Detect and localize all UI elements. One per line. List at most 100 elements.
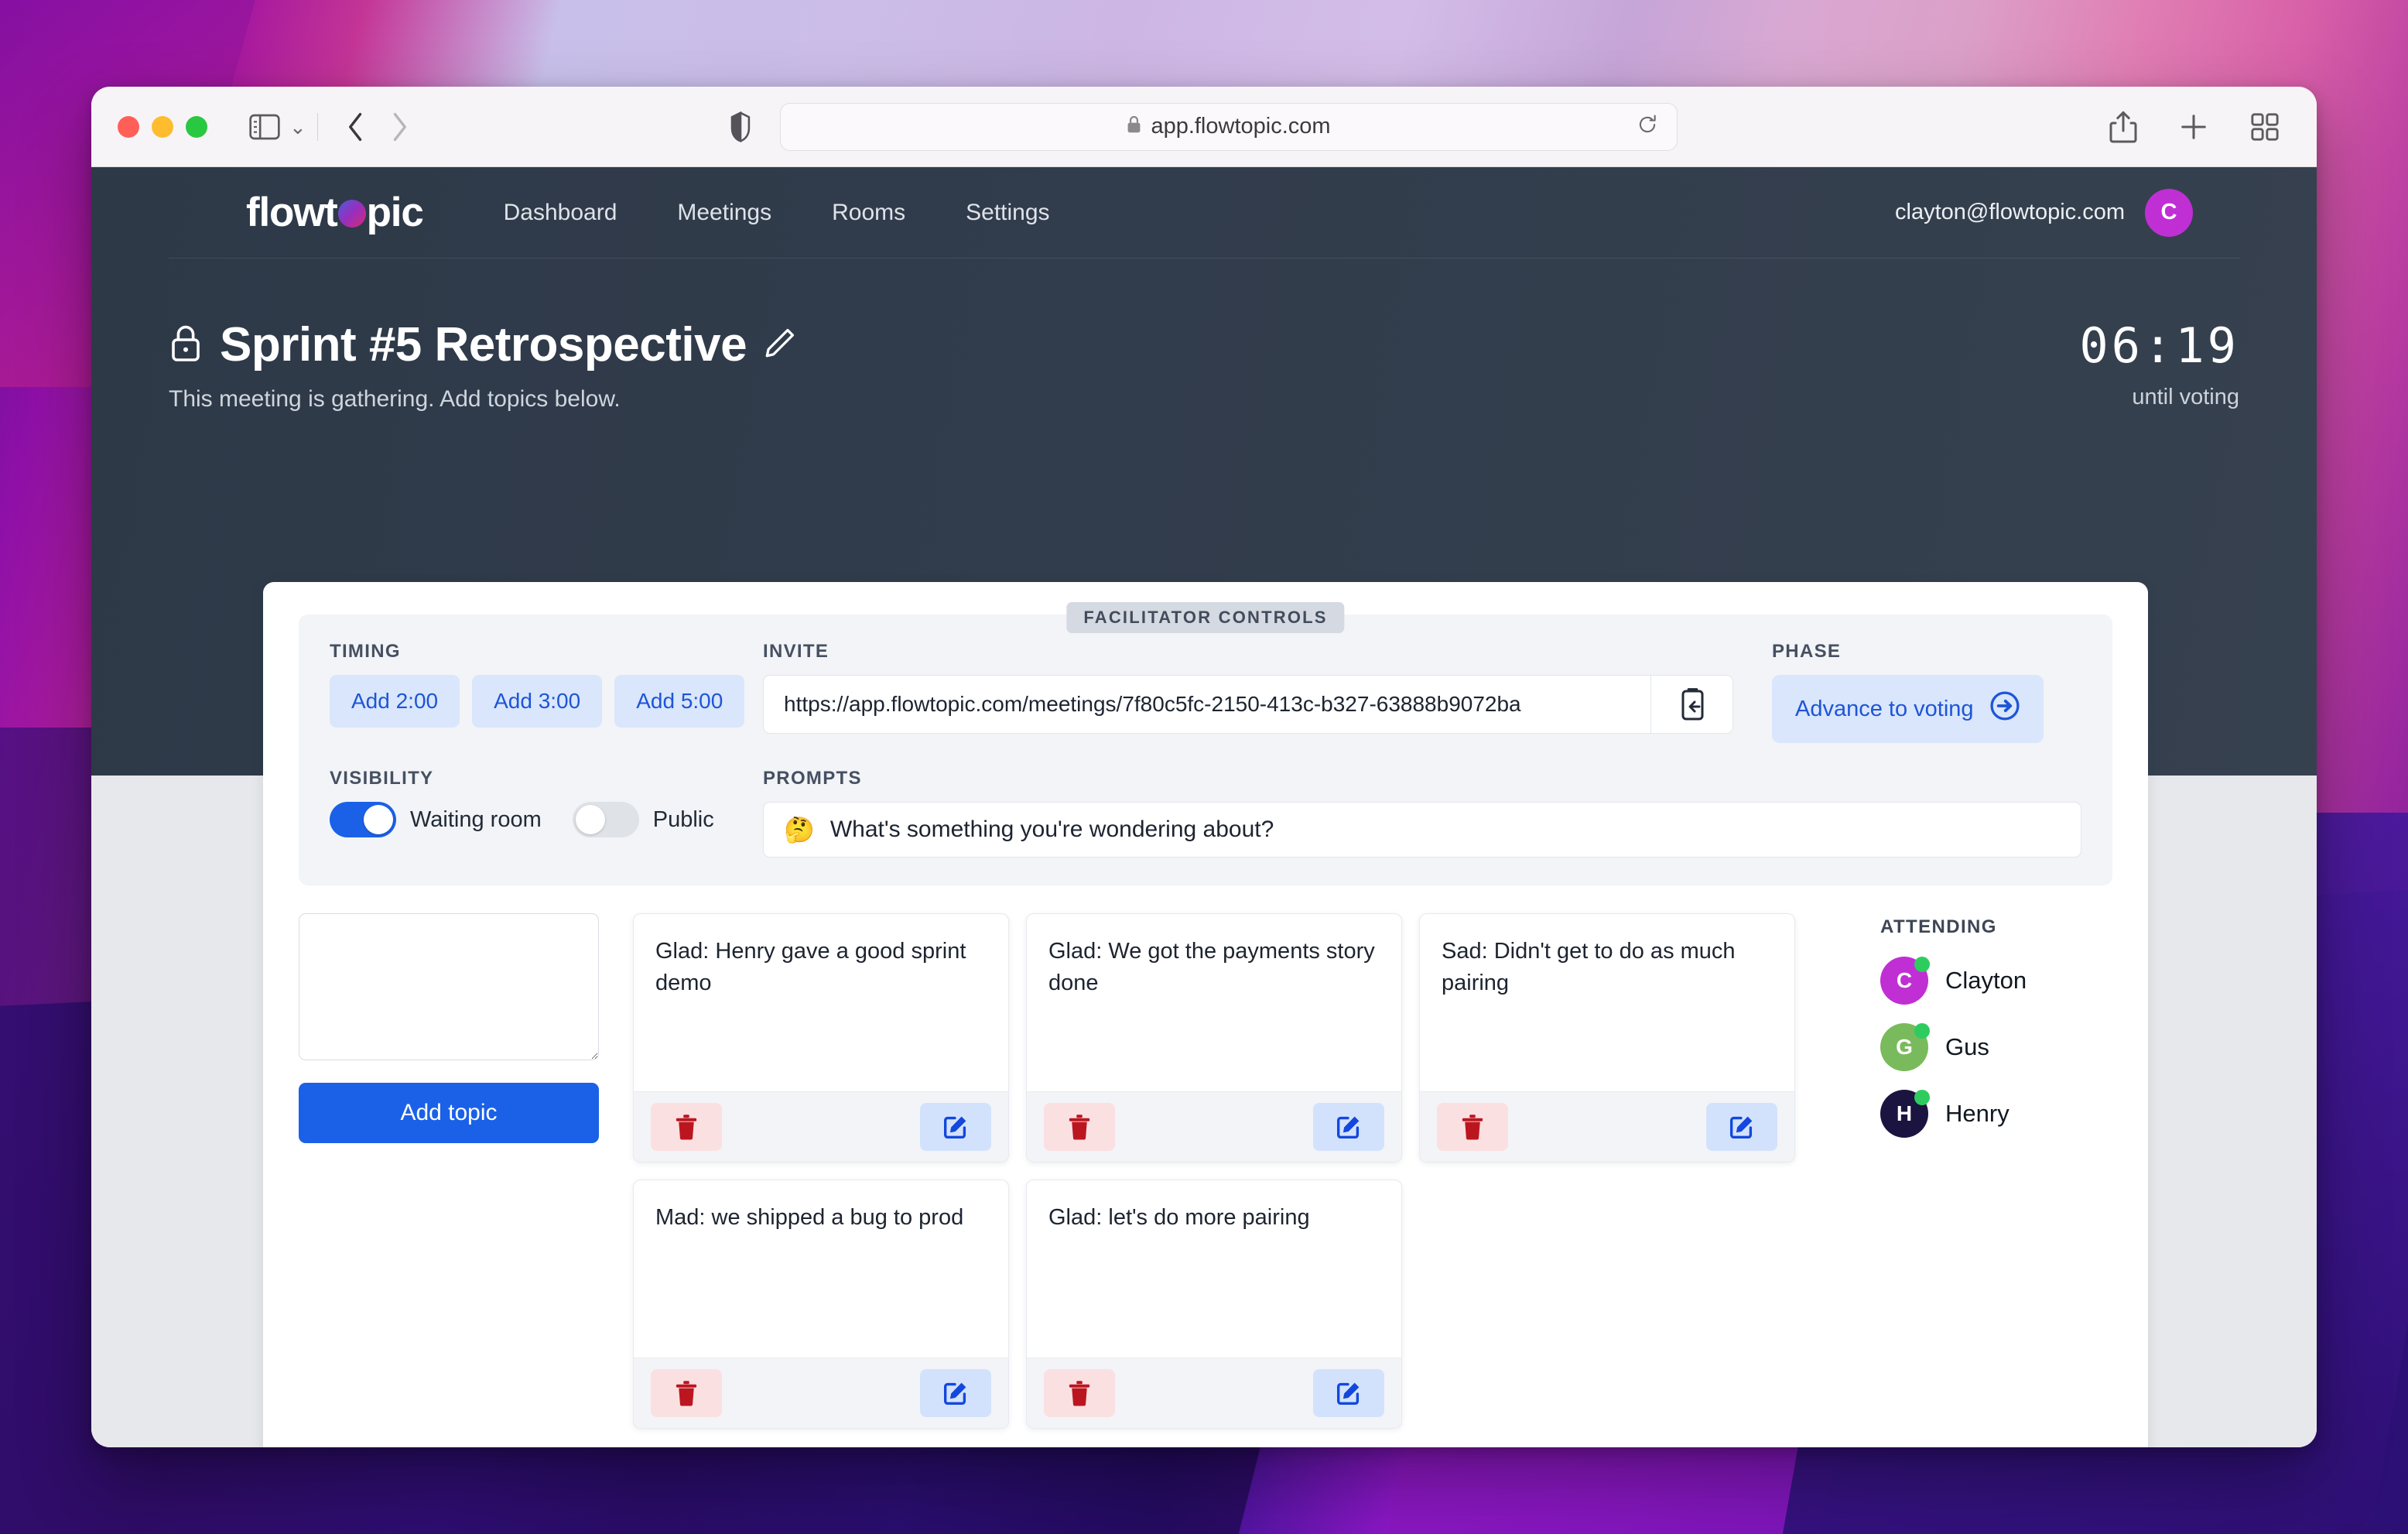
facilitator-controls: FACILITATOR CONTROLS TIMING Add 2:00 Add… <box>299 602 2112 885</box>
meeting-panel: FACILITATOR CONTROLS TIMING Add 2:00 Add… <box>263 582 2148 1447</box>
attendee-name: Clayton <box>1945 967 2027 994</box>
timing-label: TIMING <box>330 641 401 662</box>
nav-item-settings[interactable]: Settings <box>966 200 1049 226</box>
topic-card: Sad: Didn't get to do as much pairing <box>1419 913 1795 1162</box>
advance-to-voting-button[interactable]: Advance to voting <box>1772 675 2044 743</box>
avatar[interactable]: C <box>2145 188 2193 237</box>
avatar: H <box>1880 1090 1930 1138</box>
toolbar-actions <box>2109 111 2280 143</box>
list-item[interactable]: H Henry <box>1880 1090 2112 1138</box>
timing-section: TIMING Add 2:00 Add 3:00 Add 5:00 <box>330 641 763 728</box>
meeting-header: Sprint #5 Retrospective This meeting is … <box>91 259 2317 413</box>
lock-icon <box>1127 115 1141 138</box>
visibility-toggles: Waiting room Public <box>330 802 714 837</box>
clipboard-copy-icon[interactable] <box>1650 676 1732 733</box>
edit-square-icon[interactable] <box>1706 1103 1777 1151</box>
add-2-00-button[interactable]: Add 2:00 <box>330 675 460 728</box>
list-item[interactable]: G Gus <box>1880 1023 2112 1071</box>
trash-icon[interactable] <box>651 1369 722 1417</box>
chevron-down-icon[interactable]: ⌄ <box>289 117 306 137</box>
phase-label: PHASE <box>1772 641 1842 662</box>
add-3-00-button[interactable]: Add 3:00 <box>472 675 603 728</box>
add-topic-button[interactable]: Add topic <box>299 1083 599 1143</box>
share-icon[interactable] <box>2109 111 2137 143</box>
reload-icon[interactable] <box>1637 114 1658 139</box>
edit-square-icon[interactable] <box>920 1103 991 1151</box>
visibility-label: VISIBILITY <box>330 768 434 789</box>
topic-card: Glad: We got the payments story done <box>1026 913 1402 1162</box>
invite-url-input[interactable]: https://app.flowtopic.com/meetings/7f80c… <box>764 676 1650 733</box>
address-bar[interactable]: app.flowtopic.com <box>780 102 1678 151</box>
topic-text: Glad: Henry gave a good sprint demo <box>655 939 966 996</box>
topic-text: Glad: We got the payments story done <box>1048 939 1375 996</box>
topic-card: Glad: Henry gave a good sprint demo <box>633 913 1009 1162</box>
topic-actions <box>1027 1358 1401 1428</box>
url-display: app.flowtopic.com <box>1127 114 1331 139</box>
logo-text-pre: flowt <box>246 190 338 235</box>
invite-field: https://app.flowtopic.com/meetings/7f80c… <box>763 675 1733 734</box>
logo-text-post: pic <box>366 190 424 235</box>
avatar: G <box>1880 1023 1930 1071</box>
attendee-name: Henry <box>1945 1100 2010 1127</box>
phase-section: PHASE Advance to voting <box>1772 641 2081 743</box>
list-item[interactable]: C Clayton <box>1880 957 2112 1005</box>
invite-section: INVITE https://app.flowtopic.com/meeting… <box>763 641 1733 734</box>
nav-item-dashboard[interactable]: Dashboard <box>504 200 617 226</box>
window-controls <box>118 115 207 138</box>
tab-overview-icon[interactable] <box>2250 112 2280 142</box>
trash-icon[interactable] <box>1044 1369 1115 1417</box>
trash-icon[interactable] <box>651 1103 722 1151</box>
facilitator-row-top: TIMING Add 2:00 Add 3:00 Add 5:00 INVITE… <box>330 641 2081 743</box>
topic-actions <box>634 1358 1008 1428</box>
topic-input[interactable] <box>299 913 599 1060</box>
timer-value: 06:19 <box>2079 317 2239 374</box>
nav-links: Dashboard Meetings Rooms Settings <box>504 200 1050 226</box>
timing-buttons: Add 2:00 Add 3:00 Add 5:00 <box>330 675 763 728</box>
main-nav: flowt pic Dashboard Meetings Rooms Settin… <box>169 167 2239 259</box>
attending-panel: ATTENDING C Clayton G Gus H Henry <box>1880 913 2112 1429</box>
close-window-button[interactable] <box>118 115 139 138</box>
title-row: Sprint #5 Retrospective <box>169 317 796 372</box>
browser-toolbar: ⌄ app.flowtopic.com <box>91 87 2317 167</box>
online-status-dot <box>1914 1023 1930 1039</box>
minimize-window-button[interactable] <box>152 115 173 138</box>
nav-item-meetings[interactable]: Meetings <box>677 200 771 226</box>
browser-window: ⌄ app.flowtopic.com flowt pic Dashboard … <box>91 87 2317 1447</box>
meeting-title-block: Sprint #5 Retrospective This meeting is … <box>169 317 796 413</box>
user-menu[interactable]: clayton@flowtopic.com C <box>1895 188 2193 237</box>
edit-square-icon[interactable] <box>1313 1369 1384 1417</box>
prompt-text: What's something you're wondering about? <box>829 817 1274 842</box>
online-status-dot <box>1914 1090 1930 1105</box>
sidebar-icon[interactable] <box>249 114 280 140</box>
prompt-field[interactable]: 🤔 What's something you're wondering abou… <box>763 802 2081 858</box>
pencil-icon[interactable] <box>764 327 796 363</box>
prompts-section: PROMPTS 🤔 What's something you're wonder… <box>763 768 2081 858</box>
url-text: app.flowtopic.com <box>1151 114 1331 139</box>
waiting-room-toggle[interactable] <box>330 802 396 837</box>
flowtopic-logo[interactable]: flowt pic <box>246 189 424 236</box>
edit-square-icon[interactable] <box>920 1369 991 1417</box>
invite-label: INVITE <box>763 641 829 662</box>
forward-button[interactable] <box>389 111 409 142</box>
facilitator-badge: FACILITATOR CONTROLS <box>1066 602 1345 633</box>
topics-area: Add topic Glad: Henry gave a good sprint… <box>263 885 2148 1429</box>
back-button[interactable] <box>346 111 366 142</box>
add-5-00-button[interactable]: Add 5:00 <box>614 675 745 728</box>
trash-icon[interactable] <box>1044 1103 1115 1151</box>
facilitator-row-bottom: VISIBILITY Waiting room Public PROMPTS 🤔… <box>330 768 2081 858</box>
online-status-dot <box>1914 957 1930 972</box>
nav-item-rooms[interactable]: Rooms <box>832 200 905 226</box>
topic-list: Glad: Henry gave a good sprint demo Glad… <box>633 913 1863 1429</box>
lock-icon <box>169 323 203 367</box>
edit-square-icon[interactable] <box>1313 1103 1384 1151</box>
public-toggle[interactable] <box>572 802 639 837</box>
trash-icon[interactable] <box>1437 1103 1508 1151</box>
prompts-label: PROMPTS <box>763 768 862 789</box>
plus-icon[interactable] <box>2179 112 2208 142</box>
topic-text: Glad: let's do more pairing <box>1048 1205 1310 1230</box>
shield-icon[interactable] <box>730 111 751 142</box>
user-email: clayton@flowtopic.com <box>1895 200 2125 224</box>
maximize-window-button[interactable] <box>186 115 207 138</box>
logo-dot-icon <box>337 200 366 228</box>
waiting-room-toggle-group: Waiting room <box>330 802 542 837</box>
